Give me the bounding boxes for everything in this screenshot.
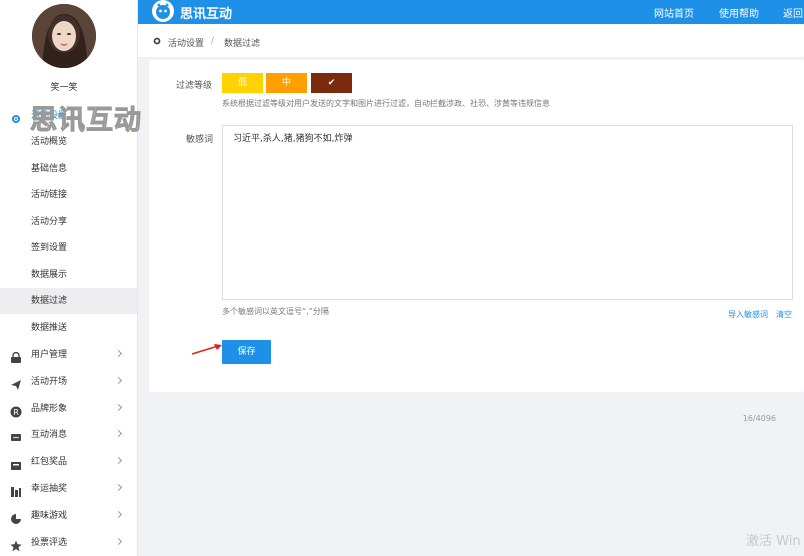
- sidebar-item-data-display[interactable]: 数据展示: [0, 262, 137, 288]
- sidebar-item-label: 签到设置: [31, 243, 68, 253]
- sidebar-item-label: 数据展示: [31, 270, 68, 280]
- breadcrumb-item-data-filter: 数据过滤: [224, 39, 261, 49]
- char-counter: 16/4096: [742, 414, 776, 423]
- nav-home-link[interactable]: 网站首页: [654, 5, 694, 20]
- breadcrumb-separator: /: [211, 36, 215, 46]
- nav-back-link[interactable]: 返回: [783, 5, 803, 20]
- sidebar: 笑一笑 活动设置 活动概览 基础信息 活动链接 活动分享 签到设置 数据展示 数…: [0, 0, 138, 556]
- sidebar-item-label: 活动概览: [31, 137, 68, 147]
- filter-level-low-button[interactable]: 低: [222, 73, 263, 93]
- lottery-icon: [10, 483, 22, 497]
- sidebar-group-voting[interactable]: 投票评选: [0, 530, 137, 556]
- sidebar-group-activity-opening[interactable]: 活动开场: [0, 369, 137, 395]
- sidebar-item-signin-settings[interactable]: 签到设置: [0, 235, 137, 261]
- clear-link[interactable]: 清空: [776, 309, 792, 320]
- chevron-right-icon: [114, 537, 123, 546]
- sidebar-item-label: 数据过滤: [31, 296, 68, 306]
- svg-text:R: R: [13, 408, 19, 417]
- username: 笑一笑: [50, 83, 78, 93]
- chevron-right-icon: [114, 456, 123, 465]
- sidebar-group-label: 用户管理: [31, 350, 68, 360]
- filter-level-label: 过滤等级: [176, 81, 213, 91]
- filter-level-hint: 系统根据过滤等级对用户发送的文字和图片进行过滤，自动拦截涉政、社恐、涉黄等违规信…: [222, 99, 550, 108]
- sidebar-item-activity-share[interactable]: 活动分享: [0, 209, 137, 235]
- sidebar-item-data-filter[interactable]: 数据过滤: [0, 288, 137, 314]
- chevron-right-icon: [114, 483, 123, 492]
- nav-help-link[interactable]: 使用帮助: [719, 5, 759, 20]
- sidebar-group-label: 互动消息: [31, 430, 68, 440]
- sidebar-group-red-packet-prizes[interactable]: 红包奖品: [0, 449, 137, 475]
- sidebar-group-label: 幸运抽奖: [31, 484, 68, 494]
- arrow-pointer-icon: [191, 344, 222, 355]
- gear-icon: [152, 36, 162, 46]
- sidebar-group-user-management[interactable]: 用户管理: [0, 342, 137, 368]
- sidebar-item-data-push[interactable]: 数据推送: [0, 315, 137, 341]
- breadcrumb-item-activity-settings[interactable]: 活动设置: [168, 36, 204, 49]
- sidebar-item-label: 活动分享: [31, 217, 68, 227]
- filter-level-medium-button[interactable]: 中: [266, 73, 307, 93]
- message-icon: [10, 429, 22, 441]
- sidebar-group-label: 投票评选: [31, 538, 68, 548]
- brand-watermark: 思讯互动: [30, 105, 142, 137]
- sensitive-words-label: 敏感词: [186, 135, 214, 145]
- chevron-right-icon: [114, 403, 123, 412]
- gear-icon: [10, 110, 22, 123]
- os-activation-watermark: 激活 Win: [746, 534, 801, 549]
- import-sensitive-words-link[interactable]: 导入敏感词: [728, 309, 768, 320]
- avatar[interactable]: [32, 4, 96, 68]
- sidebar-group-label: 活动开场: [31, 377, 68, 387]
- sidebar-group-label: 红包奖品: [31, 457, 68, 467]
- sidebar-group-interactive-messages[interactable]: 互动消息: [0, 422, 137, 448]
- star-icon: [10, 537, 22, 552]
- chevron-right-icon: [114, 349, 123, 358]
- save-button[interactable]: 保存: [222, 340, 271, 364]
- game-icon: [10, 510, 22, 524]
- sidebar-item-basic-info[interactable]: 基础信息: [0, 156, 137, 182]
- top-header: 思讯互动 网站首页 使用帮助 返回: [138, 0, 804, 24]
- sidebar-item-activity-link[interactable]: 活动链接: [0, 182, 137, 208]
- logo-text: 思讯互动: [180, 7, 233, 22]
- chevron-right-icon: [114, 376, 123, 385]
- logo-icon: [152, 0, 174, 22]
- chevron-right-icon: [114, 510, 123, 519]
- user-lock-icon: [10, 349, 22, 363]
- sidebar-group-brand-image[interactable]: R 品牌形象: [0, 396, 137, 422]
- registered-icon: R: [10, 403, 22, 418]
- sensitive-words-value: 习近平,杀人,猪,猪狗不如,炸弹: [233, 134, 353, 144]
- sensitive-words-textarea[interactable]: 习近平,杀人,猪,猪狗不如,炸弹 16/4096: [222, 125, 793, 423]
- sidebar-group-lucky-draw[interactable]: 幸运抽奖: [0, 476, 137, 502]
- app-root: 思讯互动 网站首页 使用帮助 返回 笑一笑 活动设置 活动概览 基础信息 活动链…: [0, 0, 804, 556]
- sidebar-item-label: 基础信息: [31, 164, 68, 174]
- paper-plane-icon: [10, 376, 22, 390]
- filter-level-high-button[interactable]: ✔: [311, 73, 352, 93]
- sidebar-group-fun-games[interactable]: 趣味游戏: [0, 503, 137, 529]
- chevron-right-icon: [114, 429, 123, 438]
- sensitive-words-hint: 多个敏感词以英文逗号“,”分隔: [222, 307, 329, 316]
- sidebar-item-label: 活动链接: [31, 190, 68, 200]
- breadcrumb: 活动设置 / 数据过滤: [138, 24, 804, 58]
- sidebar-group-label: 趣味游戏: [31, 511, 68, 521]
- gift-icon: [10, 456, 22, 470]
- sidebar-group-label: 品牌形象: [31, 404, 68, 414]
- sidebar-item-label: 数据推送: [31, 323, 68, 333]
